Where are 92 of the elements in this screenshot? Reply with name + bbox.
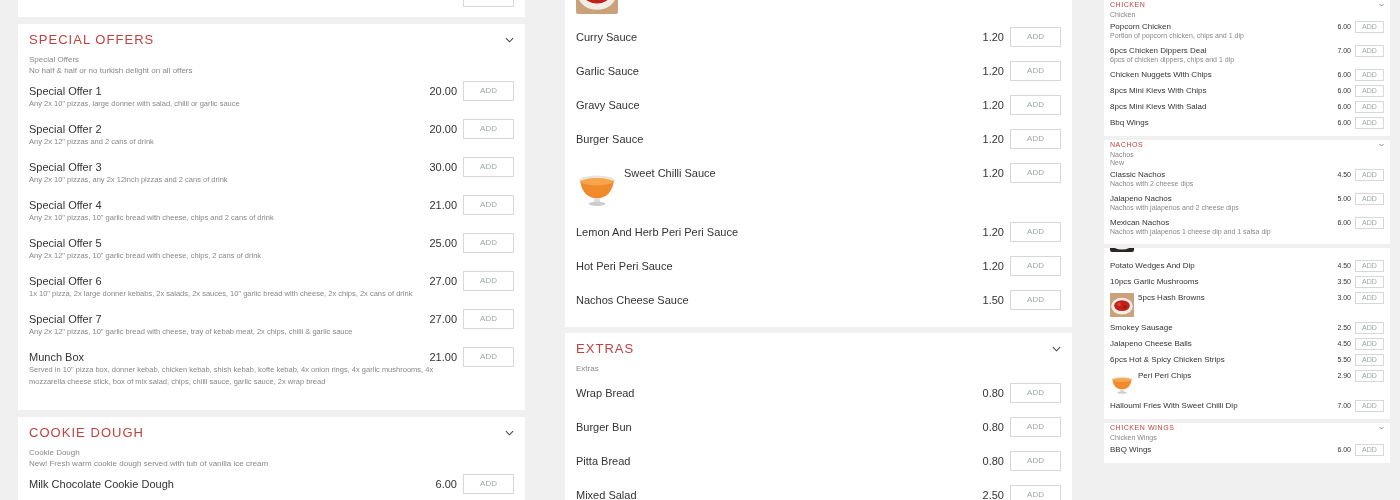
item-name: Classic Nachos <box>1110 170 1166 180</box>
item-name: Lemon And Herb Peri Peri Sauce <box>576 225 739 239</box>
item-name: Special Offer 7 <box>29 312 102 326</box>
item-name: Pitta Bread <box>576 454 631 468</box>
item-price: 27.00 <box>429 312 457 326</box>
section-description: Cookie Dough <box>29 447 81 458</box>
item-name: Halloumi Fries With Sweet Chilli Dip <box>1110 401 1238 411</box>
add-button[interactable]: ADD <box>1010 61 1061 81</box>
add-button[interactable]: ADD <box>1010 27 1061 47</box>
add-button[interactable]: ADD <box>1010 451 1061 471</box>
item-name: Special Offer 5 <box>29 236 102 250</box>
item-name: Garlic Sauce <box>576 64 639 78</box>
item-name: Milk Chocolate Cookie Dough <box>29 477 174 491</box>
item-name: Bbq Wings <box>1110 118 1149 128</box>
add-button[interactable]: ADD <box>463 347 514 367</box>
item-price: 30.00 <box>429 160 457 174</box>
add-button[interactable]: ADD <box>1010 222 1061 242</box>
add-button[interactable]: ADD <box>463 157 514 177</box>
add-button[interactable]: ADD <box>1010 163 1061 183</box>
item-name: 8pcs Mini Kievs With Chips <box>1110 86 1207 96</box>
add-button[interactable]: ADD <box>1010 383 1061 403</box>
section-title: EXTRAS <box>576 341 635 357</box>
item-name: 10pcs Garlic Mushrooms <box>1110 277 1199 287</box>
add-button[interactable]: ADD <box>1010 129 1061 149</box>
add-button[interactable]: ADD <box>1010 95 1061 115</box>
add-button[interactable]: ADD <box>1010 256 1061 276</box>
item-price: 1.20 <box>982 98 1004 112</box>
item-price: 6.00 <box>435 477 457 491</box>
item-price: 1.20 <box>982 225 1004 239</box>
item-name: Burger Sauce <box>576 132 644 146</box>
section-title: COOKIE DOUGH <box>29 425 145 441</box>
add-button[interactable]: ADD <box>463 195 514 215</box>
item-name: Peri Peri Chips <box>1138 371 1192 381</box>
item-price: 20.00 <box>429 84 457 98</box>
item-name: Mexican Nachos <box>1110 218 1170 228</box>
item-price: 0.80 <box>982 420 1004 434</box>
item-name: Special Offer 4 <box>29 198 102 212</box>
add-button[interactable]: ADD <box>463 119 514 139</box>
item-name: Special Offer 6 <box>29 274 102 288</box>
add-button[interactable]: ADD <box>463 233 514 253</box>
add-button[interactable]: ADD <box>1010 290 1061 310</box>
section-description: No half & half or no turkish delight on all offers <box>29 65 194 76</box>
item-price: 25.00 <box>429 236 457 250</box>
item-price: 21.00 <box>429 350 457 364</box>
item-price: 21.00 <box>429 198 457 212</box>
item-price: 0.80 <box>982 454 1004 468</box>
item-name: Special Offer 3 <box>29 160 102 174</box>
item-name: Nachos Cheese Sauce <box>576 293 689 307</box>
item-name: Chicken Nuggets With Chips <box>1110 70 1212 80</box>
item-price: 1.20 <box>982 64 1004 78</box>
add-button[interactable]: ADD <box>463 271 514 291</box>
add-button[interactable]: ADD <box>463 309 514 329</box>
item-name: Hot Peri Peri Sauce <box>576 259 673 273</box>
item-price: 1.50 <box>982 293 1004 307</box>
item-name: Jalapeno Nachos <box>1110 194 1172 204</box>
add-button[interactable]: ADD <box>1010 417 1061 437</box>
chevron-down-icon[interactable] <box>1052 346 1061 352</box>
item-name: Special Offer 2 <box>29 122 102 136</box>
item-name: Munch Box <box>29 350 85 364</box>
add-button[interactable]: ADD <box>463 81 514 101</box>
item-name: Burger Bun <box>576 420 632 434</box>
item-name: Sweet Chilli Sauce <box>624 166 716 180</box>
item-name: Wrap Bread <box>576 386 635 400</box>
section-description: Extras <box>576 363 600 374</box>
item-name: Popcorn Chicken <box>1110 22 1171 32</box>
item-name: 6pcs Chicken Dippers Deal <box>1110 46 1207 56</box>
item-name: 5pcs Hash Browns <box>1138 293 1205 303</box>
item-name: Jalapeno Cheese Balls <box>1110 339 1192 349</box>
item-price: 1.20 <box>982 259 1004 273</box>
item-name: 6pcs Hot & Spicy Chicken Strips <box>1110 355 1225 365</box>
add-button[interactable]: ADD <box>1010 485 1061 500</box>
section-description: New! Fresh warm cookie dough served with tub of vanilla ice cream <box>29 458 270 469</box>
item-name: Potato Wedges And Dip <box>1110 261 1195 271</box>
item-price: 2.50 <box>982 488 1004 500</box>
item-name: BBQ Wings <box>1110 445 1152 455</box>
item-name: Smokey Sausage <box>1110 323 1173 333</box>
item-name: Gravy Sauce <box>576 98 640 112</box>
chevron-down-icon[interactable] <box>505 37 514 43</box>
item-price: 0.80 <box>982 386 1004 400</box>
item-price: 20.00 <box>429 122 457 136</box>
item-name: Special Offer 1 <box>29 84 102 98</box>
item-name: 8pcs Mini Kievs With Salad <box>1110 102 1207 112</box>
item-price: 1.20 <box>982 166 1004 180</box>
item-name: Curry Sauce <box>576 30 638 44</box>
add-button[interactable]: ADD <box>463 474 514 494</box>
item-price: 1.20 <box>982 132 1004 146</box>
item-name: Mixed Salad <box>576 488 637 500</box>
section-description: Special Offers <box>29 54 81 65</box>
chevron-down-icon[interactable] <box>505 430 514 436</box>
section-title: SPECIAL OFFERS <box>29 32 155 48</box>
item-price: 27.00 <box>429 274 457 288</box>
item-price: 1.20 <box>982 30 1004 44</box>
